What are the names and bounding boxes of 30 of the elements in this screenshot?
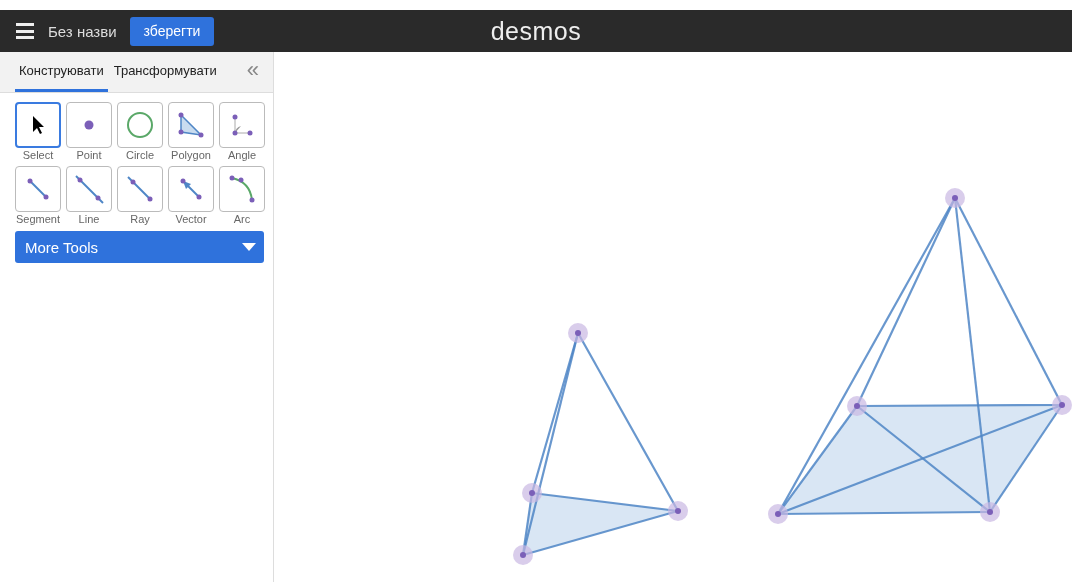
tool-label: Arc bbox=[233, 213, 251, 225]
tool-label: Circle bbox=[125, 149, 155, 161]
vector-tool-icon bbox=[180, 178, 202, 200]
angle-tool-icon bbox=[231, 114, 253, 136]
collapse-button[interactable]: « bbox=[246, 52, 259, 92]
tab[interactable]: Трансформувати bbox=[109, 52, 221, 92]
logo: desmos bbox=[490, 17, 582, 46]
tool-button[interactable] bbox=[15, 102, 61, 148]
arc-tool-icon bbox=[229, 175, 255, 203]
caret-icon bbox=[242, 243, 256, 251]
tool-label: Point bbox=[76, 149, 102, 161]
tool-label: Angle bbox=[227, 149, 257, 161]
circle-tool-icon bbox=[127, 112, 153, 138]
tool-label: Select bbox=[22, 149, 54, 161]
segment-tool-icon bbox=[27, 178, 49, 200]
tool-label: Vector bbox=[175, 213, 207, 225]
menu-icon[interactable] bbox=[16, 23, 34, 39]
tool-label: Polygon bbox=[171, 149, 211, 161]
select-tool-icon bbox=[31, 115, 45, 135]
line-tool-icon bbox=[74, 174, 104, 204]
tool-label: Line bbox=[78, 213, 100, 225]
tool-label: Ray bbox=[130, 213, 150, 225]
polygon-tool-icon bbox=[178, 112, 204, 138]
ray-tool-icon bbox=[127, 176, 153, 202]
graph-title: Без назви bbox=[48, 22, 117, 40]
tab[interactable]: Конструювати bbox=[15, 52, 108, 92]
point-tool-icon bbox=[84, 120, 94, 130]
more-tools-button[interactable]: More Tools bbox=[15, 231, 264, 263]
tool-label: Segment bbox=[16, 213, 60, 225]
save-button[interactable]: зберегти bbox=[129, 16, 215, 46]
